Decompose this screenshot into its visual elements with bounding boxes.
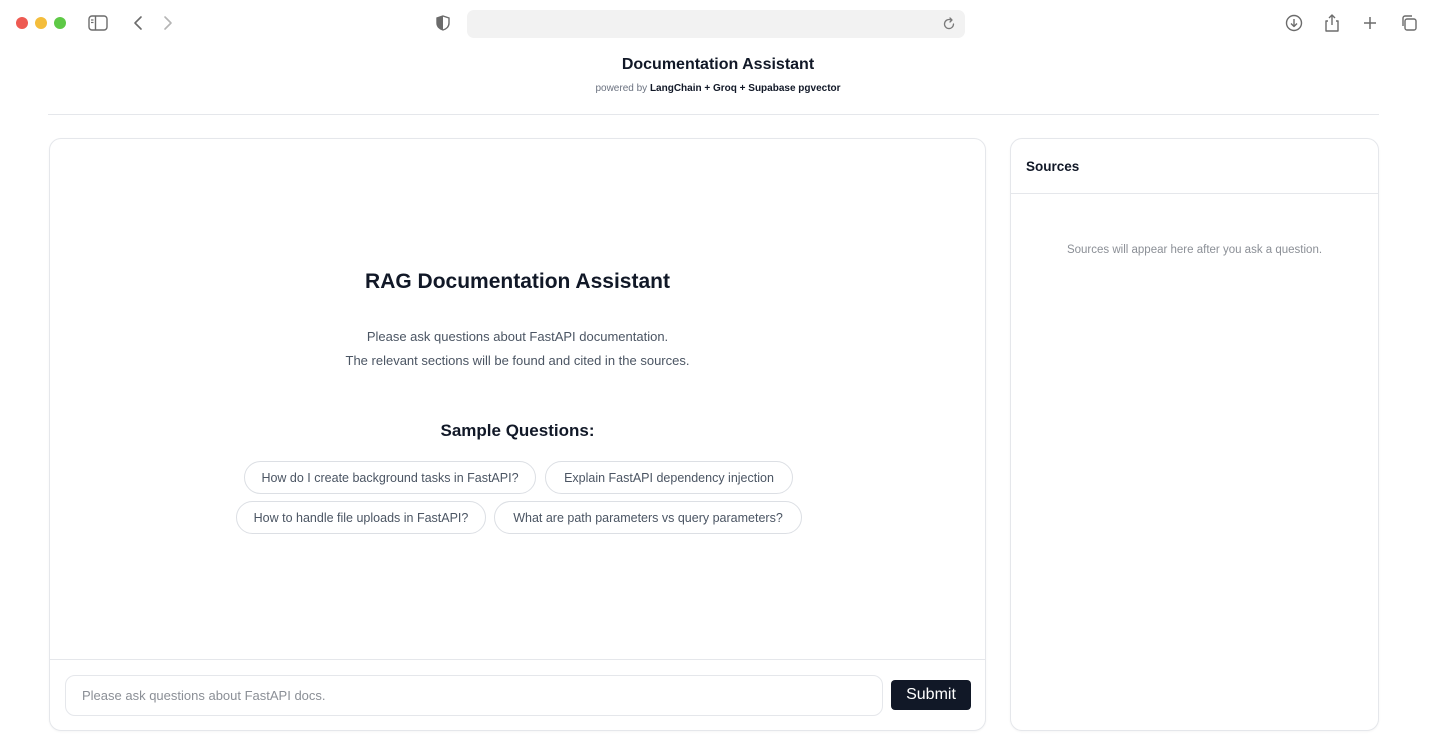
sidebar-icon[interactable] <box>87 12 109 34</box>
page-title: Documentation Assistant <box>621 56 815 73</box>
back-icon[interactable] <box>127 12 149 34</box>
sources-divider <box>1011 193 1378 194</box>
download-icon[interactable] <box>1283 12 1305 34</box>
hero-title: RAG Documentation Assistant <box>365 270 670 293</box>
header-divider <box>48 114 1379 115</box>
sources-title: Sources <box>1026 159 1080 174</box>
shield-icon[interactable] <box>432 12 454 34</box>
share-icon[interactable] <box>1321 12 1343 34</box>
zoom-window-button[interactable] <box>54 17 66 29</box>
hero-description-line-1: Please ask questions about FastAPI docum… <box>366 329 669 344</box>
sample-question-chip[interactable]: Explain FastAPI dependency injection <box>545 461 793 494</box>
hero-description-line-2: The relevant sections will be found and … <box>345 353 690 368</box>
browser-toolbar <box>0 0 1436 46</box>
sample-question-chip[interactable]: What are path parameters vs query parame… <box>494 501 802 534</box>
minimize-window-button[interactable] <box>35 17 47 29</box>
submit-button[interactable]: Submit <box>891 680 971 710</box>
chat-panel: RAG Documentation Assistant Please ask q… <box>49 138 986 731</box>
new-tab-icon[interactable] <box>1359 12 1381 34</box>
tech-stack-label: LangChain + Groq + Supabase pgvector <box>649 83 841 94</box>
powered-by-prefix: powered by <box>595 83 648 94</box>
forward-icon[interactable] <box>157 12 179 34</box>
close-window-button[interactable] <box>16 17 28 29</box>
reload-icon[interactable] <box>939 14 959 34</box>
sources-empty-state: Sources will appear here after you ask a… <box>1066 244 1323 256</box>
question-input[interactable] <box>65 675 883 716</box>
page-header: Documentation Assistant powered by LangC… <box>0 46 1436 114</box>
sources-panel: Sources Sources will appear here after y… <box>1010 138 1379 731</box>
sample-question-chip[interactable]: How do I create background tasks in Fast… <box>244 461 536 494</box>
sample-question-chip[interactable]: How to handle file uploads in FastAPI? <box>236 501 486 534</box>
tabs-overview-icon[interactable] <box>1398 12 1420 34</box>
powered-by-line: powered by LangChain + Groq + Supabase p… <box>0 83 1436 94</box>
address-bar[interactable] <box>467 10 965 38</box>
sample-questions-title: Sample Questions: <box>440 421 595 440</box>
input-divider <box>50 659 985 660</box>
